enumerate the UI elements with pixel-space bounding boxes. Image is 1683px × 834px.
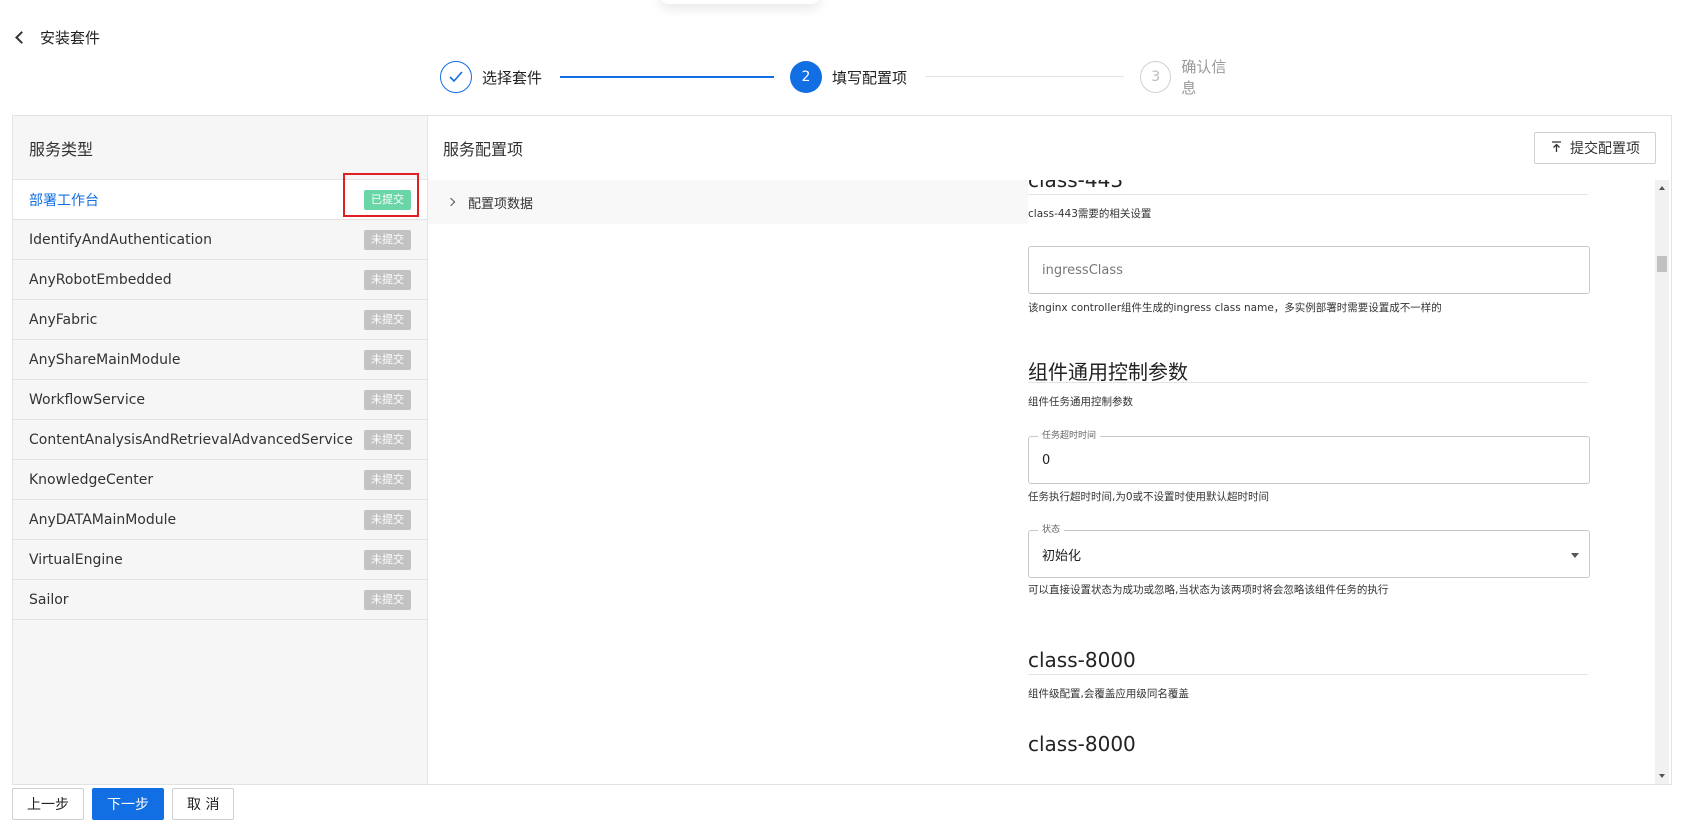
step-2: 2 填写配置项 — [790, 61, 907, 93]
step-2-number: 2 — [790, 61, 822, 93]
status-badge: 未提交 — [364, 469, 411, 490]
prev-step-button[interactable]: 上一步 — [12, 788, 84, 820]
submit-config-button[interactable]: 提交配置项 — [1534, 132, 1656, 164]
status-badge: 未提交 — [364, 229, 411, 250]
state-label: 状态 — [1038, 523, 1065, 537]
state-select[interactable]: 状态 初始化 — [1028, 523, 1590, 578]
service-item-name: IdentifyAndAuthentication — [29, 231, 212, 248]
service-item-name: Sailor — [29, 591, 69, 608]
section-title: class-8000 — [1028, 648, 1136, 672]
upload-icon — [1550, 141, 1562, 155]
page-title: 安装套件 — [40, 28, 101, 47]
main-frame: 服务类型 部署工作台 已提交 IdentifyAndAuthentication 未提… — [12, 115, 1672, 785]
ingress-class-help: 该nginx controller组件生成的ingress class name… — [1028, 302, 1442, 314]
status-badge: 未提交 — [364, 429, 411, 450]
step-connector-1 — [560, 76, 774, 78]
service-item-name: AnyFabric — [29, 311, 98, 328]
service-config-panel: 服务配置项 提交配置项 配置项数据 class-443 class-443需要的… — [428, 116, 1671, 784]
service-item[interactable]: KnowledgeCenter 未提交 — [13, 460, 427, 500]
section-title: 组件通用控制参数 — [1028, 360, 1188, 384]
service-item[interactable]: WorkflowService 未提交 — [13, 380, 427, 420]
service-item[interactable]: VirtualEngine 未提交 — [13, 540, 427, 580]
section-divider — [1028, 674, 1588, 675]
service-item-name: VirtualEngine — [29, 551, 123, 568]
task-timeout-label: 任务超时时间 — [1038, 429, 1101, 443]
service-item[interactable]: ContentAnalysisAndRetrievalAdvancedServi… — [13, 420, 427, 460]
status-badge: 未提交 — [364, 349, 411, 370]
task-timeout-value: 0 — [1042, 452, 1051, 468]
section-description: 组件任务通用控制参数 — [1028, 396, 1133, 408]
service-item[interactable]: AnyFabric 未提交 — [13, 300, 427, 340]
step-3-number: 3 — [1140, 61, 1172, 93]
ingress-class-input[interactable]: ingressClass — [1028, 246, 1590, 294]
config-form: class-443 class-443需要的相关设置 ingressClass … — [1028, 180, 1669, 784]
task-timeout-input[interactable]: 任务超时时间 0 — [1028, 429, 1590, 484]
service-list: 部署工作台 已提交 IdentifyAndAuthentication 未提交 AnyR… — [13, 180, 427, 620]
submit-config-label: 提交配置项 — [1570, 141, 1640, 157]
status-badge: 未提交 — [364, 309, 411, 330]
service-item-name: 部署工作台 — [29, 192, 99, 209]
section-description: 组件级配置,会覆盖应用级同名覆盖 — [1028, 688, 1189, 700]
service-item-name: AnyDATAMainModule — [29, 511, 177, 528]
step-1: 选择套件 — [440, 61, 542, 93]
caret-down-icon — [1571, 553, 1579, 558]
service-item[interactable]: AnyDATAMainModule 未提交 — [13, 500, 427, 540]
service-type-panel: 服务类型 部署工作台 已提交 IdentifyAndAuthentication 未提… — [13, 116, 428, 784]
status-badge: 未提交 — [364, 589, 411, 610]
scrollbar-thumb[interactable] — [1657, 256, 1667, 272]
section-divider — [1028, 194, 1588, 195]
status-badge: 未提交 — [364, 269, 411, 290]
service-item-name: AnyShareMainModule — [29, 351, 181, 368]
step-3-label: 确认信息 — [1181, 58, 1227, 97]
scrollbar[interactable] — [1655, 180, 1669, 784]
section-description: class-443需要的相关设置 — [1028, 208, 1152, 220]
service-item-name: KnowledgeCenter — [29, 471, 154, 488]
step-3: 3 确认信息 — [1140, 58, 1240, 97]
drag-handle — [660, 0, 820, 4]
check-icon — [440, 61, 472, 93]
state-help: 可以直接设置状态为成功或忽略,当状态为该两项时将会忽略该组件任务的执行 — [1028, 584, 1389, 596]
config-data-label: 配置项数据 — [468, 196, 534, 212]
section-title: class-8000 — [1028, 732, 1136, 756]
service-type-title: 服务类型 — [13, 116, 427, 180]
status-badge: 未提交 — [364, 509, 411, 530]
step-connector-2 — [926, 76, 1124, 77]
top-bar: 安装套件 选择套件 2 填写配置项 3 确认信息 — [0, 0, 1683, 115]
next-step-button[interactable]: 下一步 — [92, 788, 164, 820]
service-item-name: AnyRobotEmbedded — [29, 271, 172, 288]
footer-actions: 上一步 下一步 取 消 — [12, 788, 235, 820]
service-config-title: 服务配置项 — [443, 140, 524, 159]
status-badge: 未提交 — [364, 389, 411, 410]
back-button[interactable]: 安装套件 — [12, 26, 100, 48]
chevron-left-icon — [15, 30, 28, 44]
status-badge: 未提交 — [364, 549, 411, 570]
step-1-label: 选择套件 — [482, 68, 543, 87]
chevron-right-icon — [446, 197, 456, 207]
config-data-row[interactable]: 配置项数据 — [428, 180, 1028, 224]
service-item[interactable]: IdentifyAndAuthentication 未提交 — [13, 220, 427, 260]
scroll-down-icon[interactable] — [1659, 774, 1665, 778]
scroll-up-icon[interactable] — [1659, 186, 1665, 190]
service-item-name: ContentAnalysisAndRetrievalAdvancedServi… — [29, 431, 353, 448]
step-2-label: 填写配置项 — [832, 68, 908, 87]
task-timeout-help: 任务执行超时时间,为0或不设置时使用默认超时时间 — [1028, 491, 1270, 503]
service-item[interactable]: AnyShareMainModule 未提交 — [13, 340, 427, 380]
section-title: class-443 — [1028, 180, 1124, 192]
state-value: 初始化 — [1042, 548, 1082, 564]
service-item[interactable]: AnyRobotEmbedded 未提交 — [13, 260, 427, 300]
ingress-class-placeholder: ingressClass — [1042, 262, 1123, 278]
service-item[interactable]: Sailor 未提交 — [13, 580, 427, 620]
section-divider — [1028, 382, 1588, 383]
stepper: 选择套件 2 填写配置项 3 确认信息 — [440, 58, 1240, 97]
highlight-box — [343, 173, 419, 217]
service-item-name: WorkflowService — [29, 391, 146, 408]
cancel-button[interactable]: 取 消 — [172, 788, 235, 820]
